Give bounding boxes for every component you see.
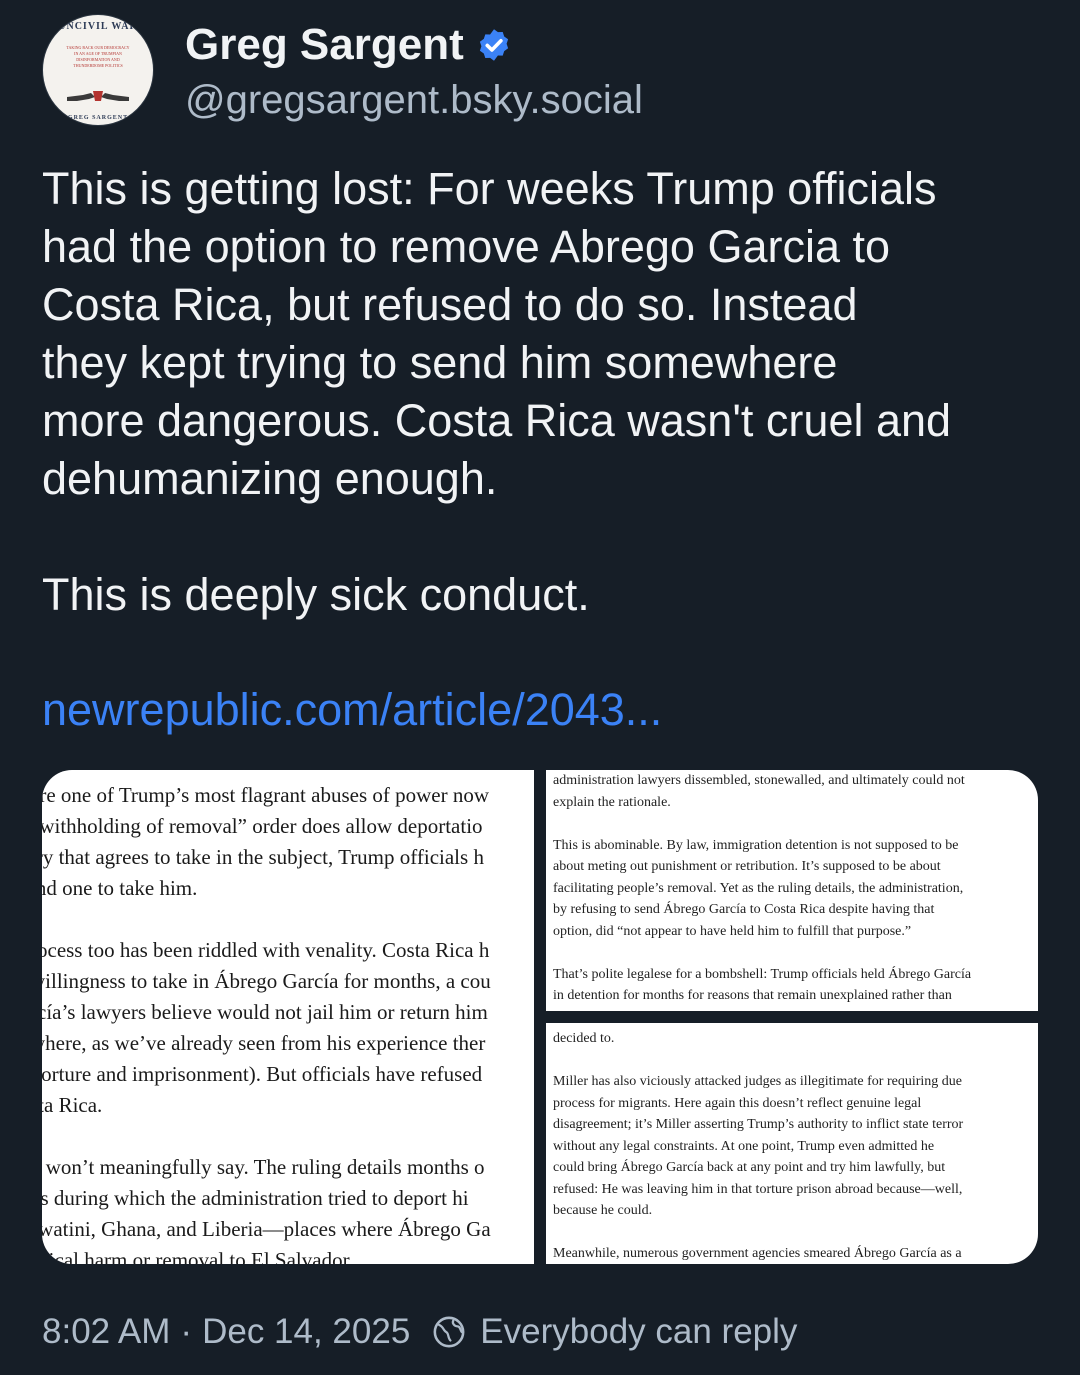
author-name[interactable]: Greg Sargent: [185, 20, 464, 70]
post-link[interactable]: newrepublic.com/article/2043...: [42, 684, 662, 736]
avatar[interactable]: UNCIVIL WAR TAKING BACK OUR DEMOCRACY IN…: [42, 14, 154, 126]
separator: ·: [180, 1312, 193, 1351]
author-name-row[interactable]: Greg Sargent: [185, 20, 512, 70]
article-excerpt-right-bottom: decided to. Miller has also viciously at…: [553, 1031, 964, 1261]
avatar-title: UNCIVIL WAR: [58, 21, 138, 32]
article-screenshot-right-top[interactable]: administration lawyers dissembled, stone…: [546, 770, 1038, 1011]
avatar-author: GREG SARGENT: [67, 115, 129, 121]
post-footer: 8:02 AM · Dec 14, 2025 Everybody can rep…: [42, 1312, 797, 1352]
verified-check-icon: [479, 29, 508, 61]
reply-setting[interactable]: Everybody can reply: [480, 1312, 797, 1352]
article-excerpt-left: ere one of Trump’s most flagrant abuses …: [42, 783, 491, 1264]
book-cover-hands-icon: [67, 91, 129, 101]
article-screenshot-right-bottom[interactable]: decided to. Miller has also viciously at…: [546, 1023, 1038, 1264]
post-time: 8:02 AM: [42, 1312, 171, 1351]
post-date: Dec 14, 2025: [202, 1312, 411, 1351]
author-handle[interactable]: @gregsargent.bsky.social: [185, 78, 643, 123]
avatar-subtitle: TAKING BACK OUR DEMOCRACY IN AN AGE OF T…: [66, 45, 130, 68]
article-screenshot-left[interactable]: ere one of Trump’s most flagrant abuses …: [42, 770, 534, 1264]
article-excerpt-right-top: administration lawyers dissembled, stone…: [553, 773, 972, 1011]
image-gallery[interactable]: ere one of Trump’s most flagrant abuses …: [42, 770, 1038, 1264]
post-text: This is getting lost: For weeks Trump of…: [42, 163, 952, 620]
globe-icon: [433, 1316, 465, 1348]
